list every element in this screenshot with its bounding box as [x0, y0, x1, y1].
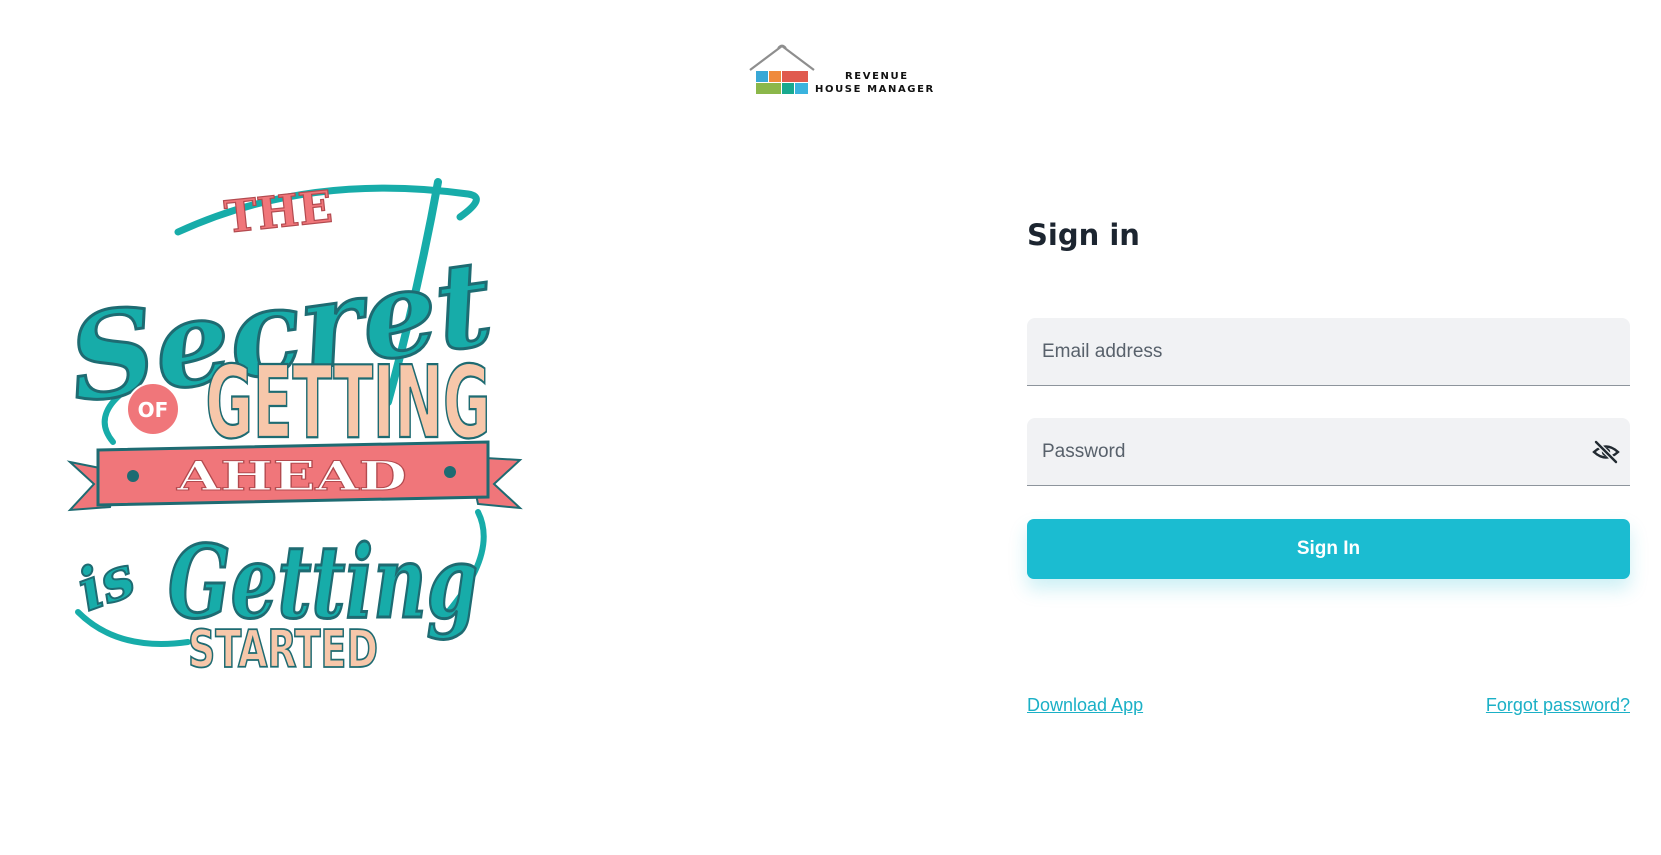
login-page: REVENUE HOUSE MANAGER THE Secret OF GETT… [0, 0, 1661, 855]
eye-off-icon[interactable] [1592, 439, 1620, 465]
house-logo-icon [749, 44, 815, 94]
page-title: Sign in [1027, 218, 1140, 252]
sign-in-button[interactable]: Sign In [1027, 519, 1630, 579]
sign-in-form: Sign in Sign In Download App Forgot pass… [1027, 210, 1630, 715]
art-word-ahead: AHEAD [176, 453, 407, 500]
email-input[interactable] [1027, 318, 1630, 385]
brand-logo: REVENUE HOUSE MANAGER [748, 44, 938, 102]
logo-line-2: HOUSE MANAGER [815, 84, 935, 95]
lettering-artwork-icon: THE Secret OF GETTING AHEAD is Getting S… [59, 178, 523, 681]
password-field-container [1027, 418, 1630, 486]
lettering-illustration: THE Secret OF GETTING AHEAD is Getting S… [58, 172, 528, 732]
art-word-the: THE [222, 182, 335, 244]
art-word-of: OF [138, 398, 169, 422]
download-app-link[interactable]: Download App [1027, 695, 1143, 716]
logo-wordmark: REVENUE HOUSE MANAGER [815, 70, 935, 96]
art-word-started: STARTED [188, 620, 378, 680]
email-field-container [1027, 318, 1630, 386]
forgot-password-link[interactable]: Forgot password? [1486, 695, 1630, 716]
logo-line-1: REVENUE [845, 71, 909, 82]
password-input[interactable] [1027, 418, 1630, 485]
